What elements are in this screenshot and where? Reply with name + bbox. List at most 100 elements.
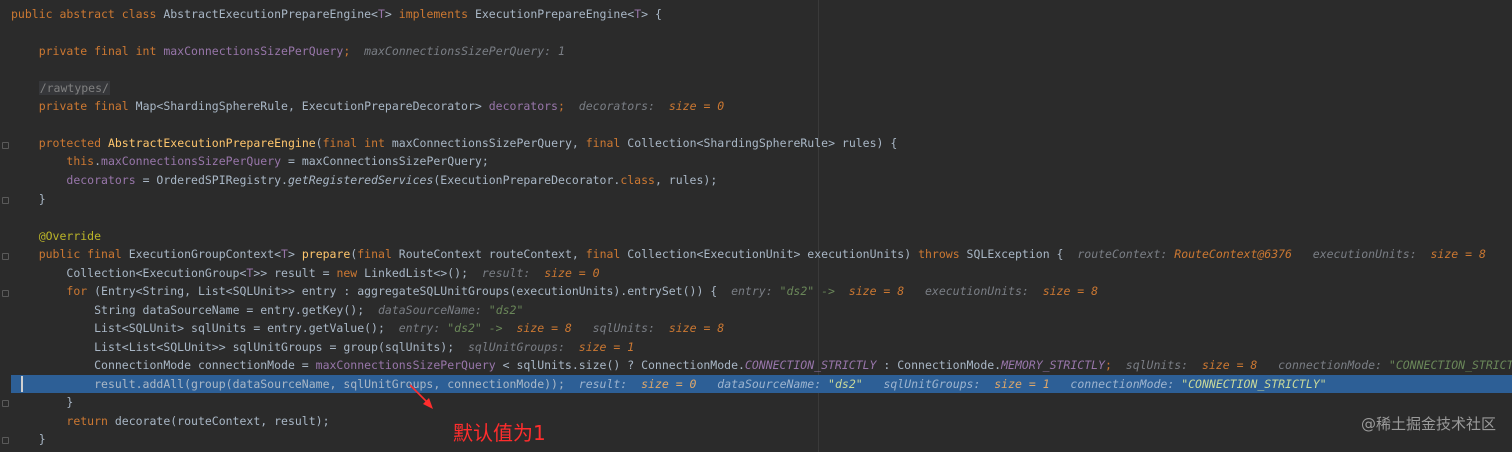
method-name: getRegisteredServices [287,173,434,187]
class-name: AbstractExecutionPrepareEngine< [163,7,378,21]
keyword: new [336,266,365,280]
editor-gutter[interactable] [0,0,10,452]
keyword: private final [38,99,136,113]
field-name: maxConnectionsSizePerQuery [101,154,282,168]
code-text: ; [1104,358,1112,372]
code-text: < sqlUnits.size() ? ConnectionMode. [495,358,745,372]
inline-debug-value: size = 8 [1042,284,1099,298]
code-text: (ExecutionPrepareDecorator. [433,173,621,187]
keyword: final int [322,136,392,150]
code-line-class-declaration[interactable]: public abstract class AbstractExecutionP… [11,5,1512,23]
inline-debug-value: size = 0 [668,99,725,113]
keyword: final [585,136,628,150]
keyword: for [66,284,95,298]
inline-debug-label: executionUnits: [1312,247,1424,261]
code-line-return[interactable]: return decorate(routeContext, result); [11,412,1512,430]
code-editor[interactable]: public abstract class AbstractExecutionP… [0,0,1512,452]
code-line-result-decl[interactable]: Collection<ExecutionGroup<T>> result = n… [11,264,1512,282]
keyword: public final [38,247,129,261]
code-text: result.addAll(group(dataSourceName, sqlU… [94,377,565,391]
code-text: = maxConnectionsSizePerQuery; [281,154,489,168]
code-text: List<SQLUnit> sqlUnits = entry.getValue(… [94,321,385,335]
fold-marker-icon[interactable] [2,253,9,260]
code-line-datasource[interactable]: String dataSourceName = entry.getKey(); … [11,301,1512,319]
code-text: } [38,432,46,446]
inline-debug-value: size = 8 [1201,358,1258,372]
inline-debug-label: dataSourceName: [717,377,829,391]
code-text: . [94,154,102,168]
code-line-connection-mode[interactable]: ConnectionMode connectionMode = maxConne… [11,356,1512,374]
code-text: , rules); [654,173,718,187]
inline-debug-value: maxConnectionsSizePerQuery: 1 [364,44,565,58]
code-text: maxConnectionsSizePerQuery, [391,136,586,150]
keyword: throws [918,247,967,261]
inline-debug-value: size = 8 [848,284,905,298]
code-text: > { [641,7,662,21]
keyword: public abstract class [11,7,164,21]
code-line-prepare-signature[interactable]: public final ExecutionGroupContext<T> pr… [11,245,1512,263]
code-line-sqlunits[interactable]: List<SQLUnit> sqlUnits = entry.getValue(… [11,319,1512,337]
inline-debug-label: result: [481,266,538,280]
inline-debug-label: sqlUnits: [1125,358,1196,372]
code-line-constructor[interactable]: protected AbstractExecutionPrepareEngine… [11,134,1512,152]
code-text: List<List<SQLUnit>> sqlUnitGroups = grou… [94,340,455,354]
code-line-sqlunitgroups[interactable]: List<List<SQLUnit>> sqlUnitGroups = grou… [11,338,1512,356]
code-line-close-method[interactable]: } [11,430,1512,448]
fold-marker-icon[interactable] [2,437,9,444]
code-text: ExecutionGroupContext< [128,247,282,261]
inline-debug-label: entry: [731,284,780,298]
fold-marker-icon[interactable] [2,400,9,407]
enum-constant: CONNECTION_STRICTLY [744,358,877,372]
fold-marker-icon[interactable] [2,290,9,297]
inline-debug-value: size = 1 [994,377,1050,391]
keyword: implements [398,7,475,21]
code-text: > [287,247,302,261]
code-text: = OrderedSPIRegistry. [135,173,288,187]
method-name: AbstractExecutionPrepareEngine [107,136,316,150]
inline-debug-label: sqlUnits: [592,321,662,335]
code-line-close-for[interactable]: } [11,393,1512,411]
code-text: > [384,7,399,21]
inline-debug-value: size = 8 [668,321,725,335]
field-name: decorators [66,173,136,187]
inline-debug-value: size = 8 [516,321,572,335]
code-text: SQLException { [966,247,1064,261]
keyword: protected [38,136,108,150]
code-line-current-execution[interactable]: result.addAll(group(dataSourceName, sqlU… [11,375,1512,393]
code-text: ; [343,44,351,58]
code-text: Collection<ExecutionUnit> executionUnits… [627,247,919,261]
inline-debug-value: size = 0 [544,266,600,280]
code-line-comment[interactable]: /rawtypes/ [11,79,1512,97]
code-line-assign-decorators[interactable]: decorators = OrderedSPIRegistry.getRegis… [11,171,1512,189]
inline-debug-label: sqlUnitGroups: [467,340,572,354]
code-line-close-brace[interactable]: } [11,190,1512,208]
fold-marker-icon[interactable] [2,142,9,149]
method-name: prepare [301,247,351,261]
code-line-override[interactable]: @Override [11,227,1512,245]
fold-marker-icon[interactable] [2,197,9,204]
enum-constant: MEMORY_STRICTLY [1001,358,1105,372]
watermark: @稀土掘金技术社区 [1360,415,1496,433]
comment: /rawtypes/ [38,81,110,95]
inline-debug-value: "ds2" -> [447,321,510,335]
inline-debug-value: size = 8 [1430,247,1486,261]
type-param: T [281,247,288,261]
code-text: Map<ShardingSphereRule, ExecutionPrepare… [135,99,489,113]
code-text: LinkedList<>(); [364,266,468,280]
text-caret [21,376,23,392]
inline-debug-label: executionUnits: [924,284,1036,298]
inline-debug-value: size = 1 [578,340,635,354]
code-line-assign-max[interactable]: this.maxConnectionsSizePerQuery = maxCon… [11,152,1512,170]
code-text: >> result = [253,266,337,280]
inline-debug-value: "ds2" [828,377,863,391]
code-text: (Entry<String, List<SQLUnit>> entry : ag… [94,284,718,298]
code-line-field-decorators[interactable]: private final Map<ShardingSphereRule, Ex… [11,97,1512,115]
code-line-field-max[interactable]: private final int maxConnectionsSizePerQ… [11,42,1512,60]
code-line-for-loop[interactable]: for (Entry<String, List<SQLUnit>> entry … [11,282,1512,300]
keyword: final [357,247,399,261]
code-text: ; [558,99,565,113]
field-name: maxConnectionsSizePerQuery [163,44,344,58]
field-name: decorators [488,99,558,113]
inline-debug-label: entry: [398,321,448,335]
inline-debug-value: "ds2" [488,303,524,317]
